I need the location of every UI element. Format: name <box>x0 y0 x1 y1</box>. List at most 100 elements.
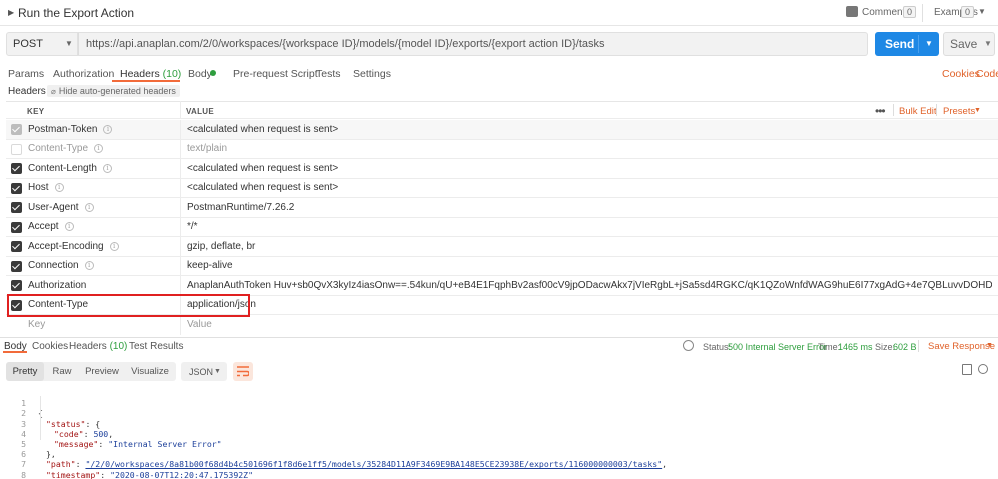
header-key[interactable]: Accept i <box>28 218 74 237</box>
tab-params[interactable]: Params <box>8 68 44 80</box>
body-status-dot <box>210 70 216 76</box>
chevron-down-icon[interactable]: ▼ <box>65 39 73 48</box>
header-key[interactable]: Connection i <box>28 257 94 276</box>
header-value[interactable]: application/json <box>187 296 992 315</box>
bulk-edit-button[interactable]: Bulk Edit <box>899 106 937 117</box>
chevron-down-icon[interactable]: ▼ <box>986 342 993 349</box>
header-key[interactable]: User-Agent i <box>28 198 94 217</box>
info-icon[interactable]: i <box>109 241 119 251</box>
header-key[interactable]: Postman-Token i <box>28 120 113 139</box>
tab-prerequest-script[interactable]: Pre-request Script <box>233 68 318 80</box>
row-checkbox[interactable] <box>11 280 22 291</box>
view-raw-button[interactable]: Raw <box>46 362 78 381</box>
header-key-text: Authorization <box>28 279 87 291</box>
tab-settings[interactable]: Settings <box>353 68 391 80</box>
header-value[interactable]: */* <box>187 218 992 237</box>
header-key-text: Postman-Token <box>28 123 98 135</box>
header-value[interactable]: PostmanRuntime/7.26.2 <box>187 198 992 217</box>
copy-icon[interactable] <box>962 364 972 375</box>
header-value[interactable]: AnaplanAuthToken Huv+sb0QvX3kyIz4iasOnw=… <box>187 276 992 295</box>
chevron-down-icon[interactable]: ▼ <box>214 368 221 375</box>
request-title[interactable]: Run the Export Action <box>18 6 134 20</box>
more-options-icon[interactable]: ••• <box>875 104 886 118</box>
table-row: Content-Type i text/plain <box>6 139 998 159</box>
header-value[interactable]: <calculated when request is sent> <box>187 120 992 139</box>
header-key[interactable]: Host i <box>28 179 64 198</box>
code-link[interactable]: Code <box>976 68 998 80</box>
response-tab-cookies[interactable]: Cookies <box>32 341 68 352</box>
tab-headers[interactable]: Headers (10) <box>120 68 181 80</box>
comments-icon[interactable] <box>846 6 858 17</box>
headers-section-label: Headers <box>8 86 46 97</box>
search-icon[interactable] <box>978 364 988 374</box>
method-label[interactable]: POST <box>13 38 43 50</box>
new-value-input[interactable]: Value <box>187 315 992 335</box>
divider <box>918 35 919 53</box>
save-label[interactable]: Save <box>950 37 977 51</box>
globe-icon[interactable] <box>683 340 694 351</box>
code-line: 3 "code": 500, <box>0 408 998 439</box>
response-tab-headers[interactable]: Headers (10) <box>69 341 127 352</box>
row-checkbox[interactable] <box>11 202 22 213</box>
info-icon[interactable]: i <box>102 163 112 173</box>
json-key: "timestamp" <box>46 469 101 479</box>
send-options-chevron-icon[interactable]: ▼ <box>925 39 933 48</box>
code-line: 4 "message": "Internal Server Error" <box>0 419 998 449</box>
column-divider <box>180 139 181 158</box>
info-icon[interactable]: i <box>54 183 64 193</box>
row-checkbox[interactable] <box>11 260 22 272</box>
time-value: 1465 ms <box>838 342 873 352</box>
chevron-down-icon[interactable]: ▼ <box>974 107 981 114</box>
header-value[interactable]: <calculated when request is sent> <box>187 179 992 198</box>
tab-tests[interactable]: Tests <box>316 68 341 80</box>
row-checkbox[interactable] <box>11 124 22 135</box>
info-icon[interactable]: i <box>103 124 113 134</box>
code-line: 1 { <box>0 388 998 418</box>
info-icon[interactable]: i <box>84 202 94 212</box>
header-value[interactable]: keep-alive <box>187 257 992 276</box>
json-string: "2020-08-07T12:20:47.175392Z" <box>110 469 254 479</box>
column-divider <box>180 159 181 178</box>
presets-button[interactable]: Presets <box>943 106 975 117</box>
header-key[interactable]: Content-Type i <box>28 140 104 159</box>
row-checkbox[interactable] <box>11 241 22 252</box>
info-icon[interactable]: i <box>64 222 74 232</box>
collapse-caret-icon[interactable]: ▶ <box>8 8 14 17</box>
send-label[interactable]: Send <box>885 37 914 51</box>
response-tab-test-results[interactable]: Test Results <box>129 341 183 352</box>
column-divider <box>180 198 181 217</box>
cookies-link[interactable]: Cookies <box>942 68 980 80</box>
view-preview-button[interactable]: Preview <box>80 362 124 381</box>
header-value[interactable]: <calculated when request is sent> <box>187 159 992 178</box>
header-value[interactable]: gzip, deflate, br <box>187 237 992 256</box>
line-number: 8 <box>21 469 26 479</box>
header-key[interactable]: Content-Length i <box>28 159 112 178</box>
info-icon[interactable]: i <box>84 261 94 271</box>
url-text[interactable]: https://api.anaplan.com/2/0/workspaces/{… <box>86 38 605 50</box>
divider <box>893 104 894 116</box>
view-visualize-button[interactable]: Visualize <box>126 362 174 381</box>
info-icon[interactable]: i <box>94 144 104 154</box>
code-line: 6 "path": "/2/0/workspaces/8a81b00f68d4b… <box>0 439 998 469</box>
tab-body[interactable]: Body <box>188 68 212 80</box>
table-row: Postman-Token i <calculated when request … <box>6 120 998 140</box>
hide-auto-headers-toggle[interactable]: ⌀ Hide auto-generated headers <box>47 85 180 97</box>
new-key-input[interactable]: Key <box>28 315 45 335</box>
row-checkbox[interactable] <box>11 143 22 155</box>
save-options-chevron-icon[interactable]: ▼ <box>984 39 992 48</box>
header-key[interactable]: Authorization <box>28 276 86 295</box>
indent-guide <box>40 396 41 440</box>
row-checkbox[interactable] <box>11 221 22 233</box>
row-checkbox[interactable] <box>11 182 22 194</box>
row-checkbox[interactable] <box>11 163 22 174</box>
header-value[interactable]: text/plain <box>187 140 992 159</box>
status-label: Status: <box>703 342 732 352</box>
view-pretty-button[interactable]: Pretty <box>6 362 44 381</box>
format-select-value[interactable]: JSON <box>189 367 213 377</box>
code-line: 8 } <box>0 459 998 479</box>
tab-authorization[interactable]: Authorization <box>53 68 114 80</box>
header-key[interactable]: Accept-Encoding i <box>28 237 119 256</box>
chevron-down-icon[interactable]: ▼ <box>978 7 986 16</box>
response-tab-headers-count: (10) <box>109 341 128 352</box>
response-tab-headers-label: Headers <box>69 341 107 352</box>
